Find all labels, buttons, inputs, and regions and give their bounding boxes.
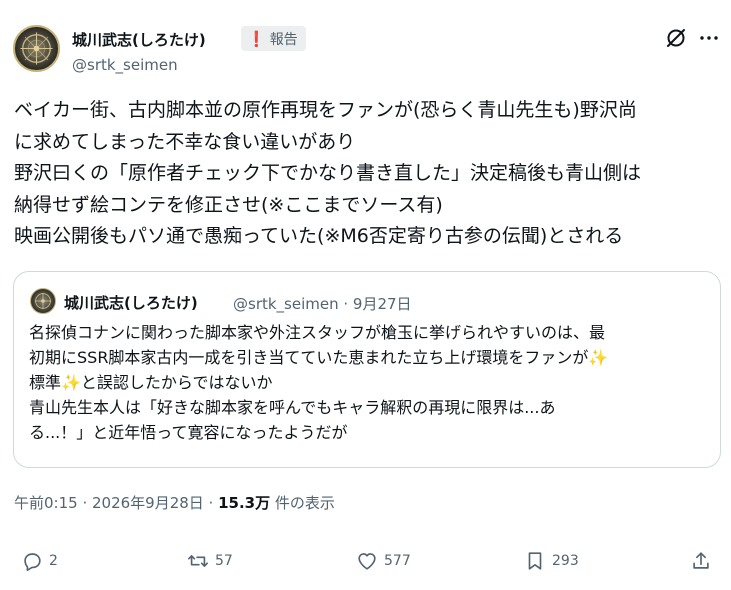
quote-avatar <box>30 288 56 314</box>
quote-text: 名探偵コナンに関わった脚本家や外注スタッフが槍玉に挙げられやすいのは、最 初期に… <box>29 320 719 445</box>
more-options-icon[interactable] <box>697 26 721 50</box>
reply-count: 2 <box>49 553 58 569</box>
like-button[interactable]: 577 <box>356 550 411 572</box>
heart-icon <box>358 553 376 570</box>
post-text-line: 映画公開後もパソ通で愚痴っていた(※M6否定寄り古参の伝聞)とされる <box>14 225 624 247</box>
quote-author-name: 城川武志(しろたけ) <box>64 294 198 312</box>
quote-text-line: る...！」と近年悟って寛容になったようだが <box>29 423 348 442</box>
post-meta: 午前0:15 · 2026年9月28日 · 15.3万 件の表示 <box>14 492 335 513</box>
quote-text-line: 初期にSSR脚本家古内一成を引き当てていた恵まれた立ち上げ環境をファンが✨ <box>29 348 609 367</box>
reply-icon <box>24 553 41 571</box>
repost-icon <box>188 555 208 567</box>
view-count: 15.3万 <box>218 494 271 512</box>
quote-text-line: 名探偵コナンに関わった脚本家や外注スタッフが槍玉に挙げられやすいのは、最 <box>29 323 606 342</box>
like-count: 577 <box>384 553 411 569</box>
bookmark-count: 293 <box>552 553 579 569</box>
report-badge[interactable]: ❗ 報告 <box>241 26 306 51</box>
share-button[interactable] <box>690 550 712 572</box>
avatar[interactable] <box>13 25 60 72</box>
post-timestamp[interactable]: 午前0:15 · 2026年9月28日 · <box>14 494 218 512</box>
repost-count: 57 <box>215 553 233 569</box>
post-text-line: に求めてしまった不幸な食い違いがあり <box>14 130 356 153</box>
action-bar: 2 57 577 293 <box>0 550 731 580</box>
author-handle[interactable]: @srtk_seimen <box>72 56 178 74</box>
quote-meta: @srtk_seimen · 9月27日 <box>233 295 412 313</box>
quote-text-line: 標準✨と誤認したからではないか <box>29 373 273 392</box>
share-icon <box>693 552 709 569</box>
exclamation-icon: ❗ <box>247 29 266 48</box>
repost-button[interactable]: 57 <box>187 550 233 572</box>
bookmark-button[interactable]: 293 <box>524 550 579 572</box>
post-text-line: 野沢曰くの「原作者チェック下でかなり書き直した」決定稿後も青山側は <box>14 162 642 184</box>
post-text-line: 納得せず絵コンテを修正させ(※ここまでソース有) <box>14 193 443 216</box>
author-name[interactable]: 城川武志(しろたけ) <box>72 29 206 50</box>
post-text: ベイカー街、古内脚本並の原作再現をファンが(恐らく青山先生も)野沢尚 に求めてし… <box>14 95 724 253</box>
post-text-line: ベイカー街、古内脚本並の原作再現をファンが(恐らく青山先生も)野沢尚 <box>14 99 637 121</box>
grok-icon[interactable] <box>664 26 688 50</box>
quoted-post[interactable]: 城川武志(しろたけ) @srtk_seimen · 9月27日 名探偵コナンに関… <box>13 271 721 468</box>
bookmark-icon <box>528 552 542 570</box>
view-count-suffix: 件の表示 <box>270 494 335 512</box>
quote-text-line: 青山先生本人は「好きな脚本家を呼んでもキャラ解釈の再現に限界は...あ <box>29 398 556 417</box>
report-label: 報告 <box>269 31 298 48</box>
reply-button[interactable]: 2 <box>21 550 58 572</box>
